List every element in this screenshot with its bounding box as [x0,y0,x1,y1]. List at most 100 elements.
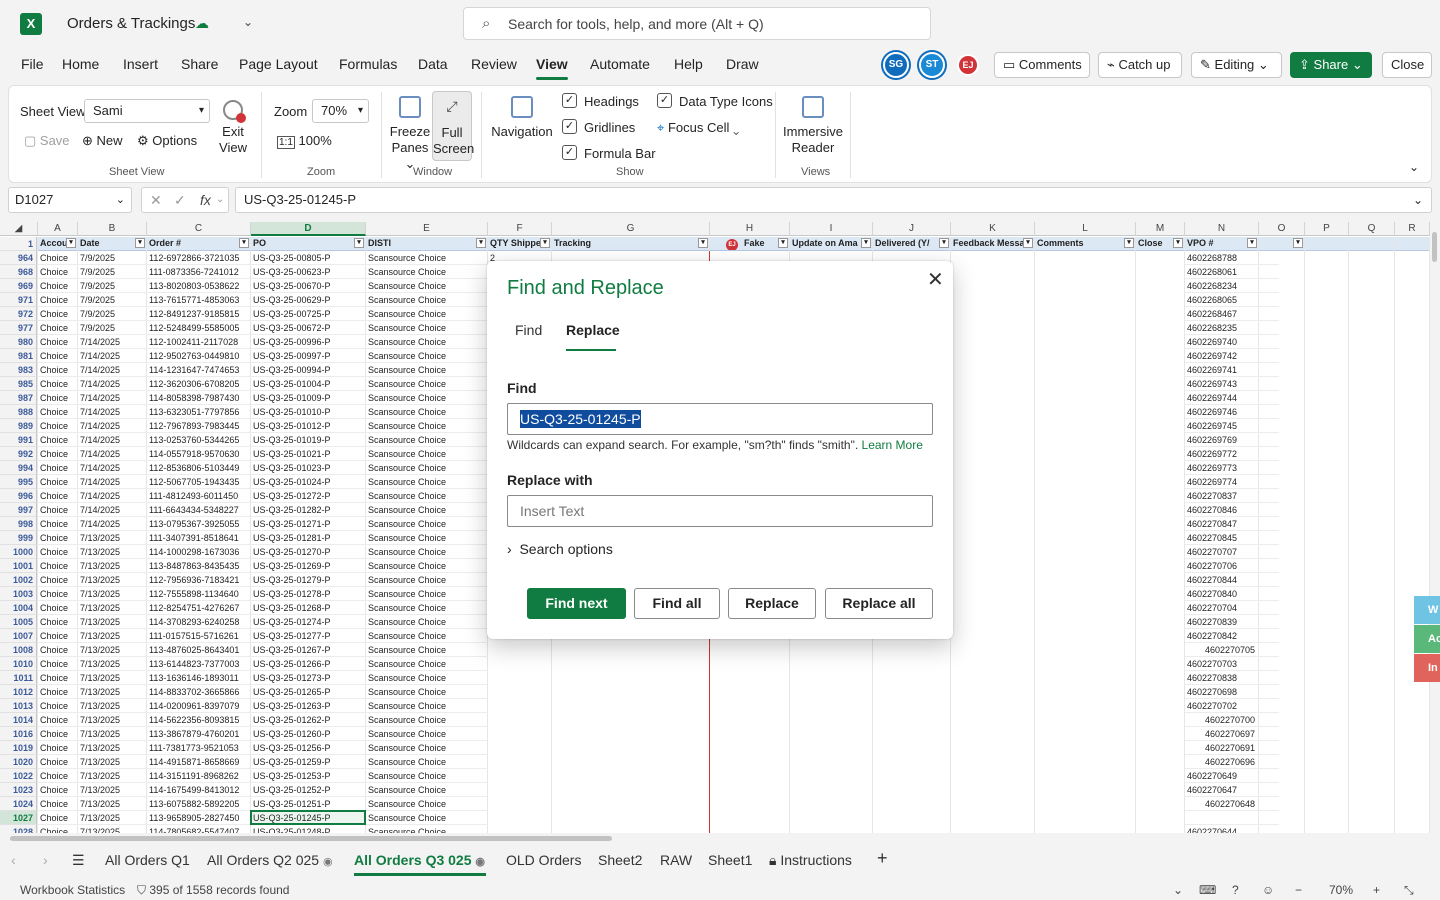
table-cell[interactable]: 7/13/2025 [78,531,147,545]
table-cell[interactable]: 113-7615771-4853063 [147,293,251,307]
table-cell[interactable]: 4602270703 [1185,657,1279,671]
table-cell[interactable]: Scansource Choice [366,447,488,461]
table-cell[interactable]: Choice [38,503,78,517]
table-cell[interactable]: Choice [38,363,78,377]
table-cell[interactable]: 4602269745 [1185,419,1279,433]
row-header[interactable]: 964 [0,251,37,265]
menu-file[interactable]: File [21,56,44,72]
tab-instructions[interactable]: 🔒︎ Instructions [769,852,852,869]
table-cell[interactable]: 114-8058398-7987430 [147,391,251,405]
expand-formula-chevron-icon[interactable]: ⌄ [1413,188,1423,212]
row-header[interactable]: 1007 [0,629,37,643]
find-input[interactable]: US-Q3-25-01245-P [507,403,933,435]
table-cell[interactable]: US-Q3-25-01252-P [251,783,366,797]
table-cell[interactable]: Choice [38,251,78,265]
horizontal-scrollbar[interactable] [0,834,1430,842]
table-cell[interactable]: 4602270696 [1185,755,1279,769]
zoom-level[interactable]: 70% [1329,883,1353,897]
row-header[interactable]: 988 [0,405,37,419]
column-header-q[interactable]: Q [1349,222,1395,236]
table-cell[interactable]: 4602270707 [1185,545,1279,559]
table-cell[interactable]: US-Q3-25-00997-P [251,349,366,363]
share-button[interactable]: ⇪ Share ⌄ [1290,52,1372,78]
table-cell[interactable]: US-Q3-25-01009-P [251,391,366,405]
table-cell[interactable]: Choice [38,307,78,321]
table-cell[interactable]: Scansource Choice [366,461,488,475]
tab-all-orders-q3[interactable]: All Orders Q3 025 ◉ [354,852,485,868]
table-cell[interactable]: 7/13/2025 [78,713,147,727]
table-cell[interactable]: 113-0253760-5344265 [147,433,251,447]
table-cell[interactable]: US-Q3-25-01260-P [251,727,366,741]
table-cell[interactable]: 4602268061 [1185,265,1279,279]
excel-logo-icon[interactable]: X [20,13,42,35]
table-cell[interactable]: 112-6972866-3721035 [147,251,251,265]
table-cell[interactable]: 112-1002411-2117028 [147,335,251,349]
tab-sheet2[interactable]: Sheet2 [598,852,642,868]
table-cell[interactable]: Scansource Choice [366,713,488,727]
table-cell[interactable]: 112-5067705-1943435 [147,475,251,489]
table-cell[interactable]: US-Q3-25-01012-P [251,419,366,433]
table-cell[interactable]: 4602268235 [1185,321,1279,335]
table-cell[interactable]: 4602270838 [1185,671,1279,685]
filter-dropdown-icon[interactable]: ▾ [135,238,145,248]
filter-dropdown-icon[interactable]: ▾ [1247,238,1257,248]
table-cell[interactable]: 113-3867879-4760201 [147,727,251,741]
table-cell[interactable]: 4602270691 [1185,741,1279,755]
zoom-100-button[interactable]: 1:1 100% [277,133,332,149]
table-cell[interactable]: 114-0557918-9570630 [147,447,251,461]
table-cell[interactable]: 4602269746 [1185,405,1279,419]
menu-draw[interactable]: Draw [726,56,759,72]
table-cell[interactable]: US-Q3-25-01279-P [251,573,366,587]
table-cell[interactable]: Choice [38,755,78,769]
table-cell[interactable]: 4602270700 [1185,713,1279,727]
table-cell[interactable]: Choice [38,601,78,615]
table-cell[interactable]: Scansource Choice [366,251,488,265]
table-cell[interactable]: US-Q3-25-01271-P [251,517,366,531]
table-cell[interactable]: Choice [38,741,78,755]
zoom-select[interactable]: 70% ▾ [312,99,369,123]
row-header[interactable]: 1008 [0,643,37,657]
table-cell[interactable]: 114-1231647-7474653 [147,363,251,377]
table-cell[interactable]: 113-8020803-0538622 [147,279,251,293]
chevron-down-icon[interactable]: ⌄ [1173,883,1183,897]
table-cell[interactable]: 7/13/2025 [78,559,147,573]
column-header-b[interactable]: B [78,222,147,236]
feedback-icon[interactable]: ☺ [1262,883,1274,897]
table-cell[interactable]: 7/13/2025 [78,825,147,833]
table-cell[interactable]: 7/14/2025 [78,503,147,517]
table-cell[interactable]: US-Q3-25-01010-P [251,405,366,419]
column-header-a[interactable]: A [38,222,78,236]
row-header[interactable]: 1020 [0,755,37,769]
column-header-h[interactable]: H [710,222,790,236]
workbook-statistics[interactable]: Workbook Statistics [20,883,125,897]
table-cell[interactable]: 7/13/2025 [78,629,147,643]
filter-dropdown-icon[interactable]: ▾ [939,238,949,248]
table-cell[interactable]: Scansource Choice [366,531,488,545]
table-cell[interactable]: 7/13/2025 [78,587,147,601]
menu-page-layout[interactable]: Page Layout [239,56,318,72]
table-cell[interactable]: Choice [38,293,78,307]
close-button[interactable]: Close [1382,52,1432,78]
table-cell[interactable]: US-Q3-25-01256-P [251,741,366,755]
menu-help[interactable]: Help [674,56,703,72]
menu-formulas[interactable]: Formulas [339,56,397,72]
avatar[interactable]: SG [883,52,909,78]
table-cell[interactable]: Scansource Choice [366,279,488,293]
table-cell[interactable]: 111-6643434-5348227 [147,503,251,517]
filter-dropdown-icon[interactable]: ▾ [1124,238,1134,248]
table-cell[interactable]: Scansource Choice [366,517,488,531]
search-options-toggle[interactable]: › Search options [507,541,613,557]
table-cell[interactable]: 7/13/2025 [78,615,147,629]
side-addin-tab[interactable]: In [1414,654,1440,682]
header-cell[interactable]: VPO # ▾ [1185,237,1259,251]
table-cell[interactable]: 114-1000298-1673036 [147,545,251,559]
table-cell[interactable]: Choice [38,657,78,671]
table-cell[interactable]: Scansource Choice [366,559,488,573]
table-cell[interactable]: 7/13/2025 [78,727,147,741]
table-cell[interactable]: Scansource Choice [366,629,488,643]
avatar[interactable]: EJ [957,54,979,76]
table-cell[interactable]: 7/13/2025 [78,573,147,587]
focus-cell-button[interactable]: ⌖ Focus Cell ⌄ [657,120,739,136]
exit-view-button[interactable]: Exit View [215,100,251,156]
table-cell[interactable]: US-Q3-25-01272-P [251,489,366,503]
